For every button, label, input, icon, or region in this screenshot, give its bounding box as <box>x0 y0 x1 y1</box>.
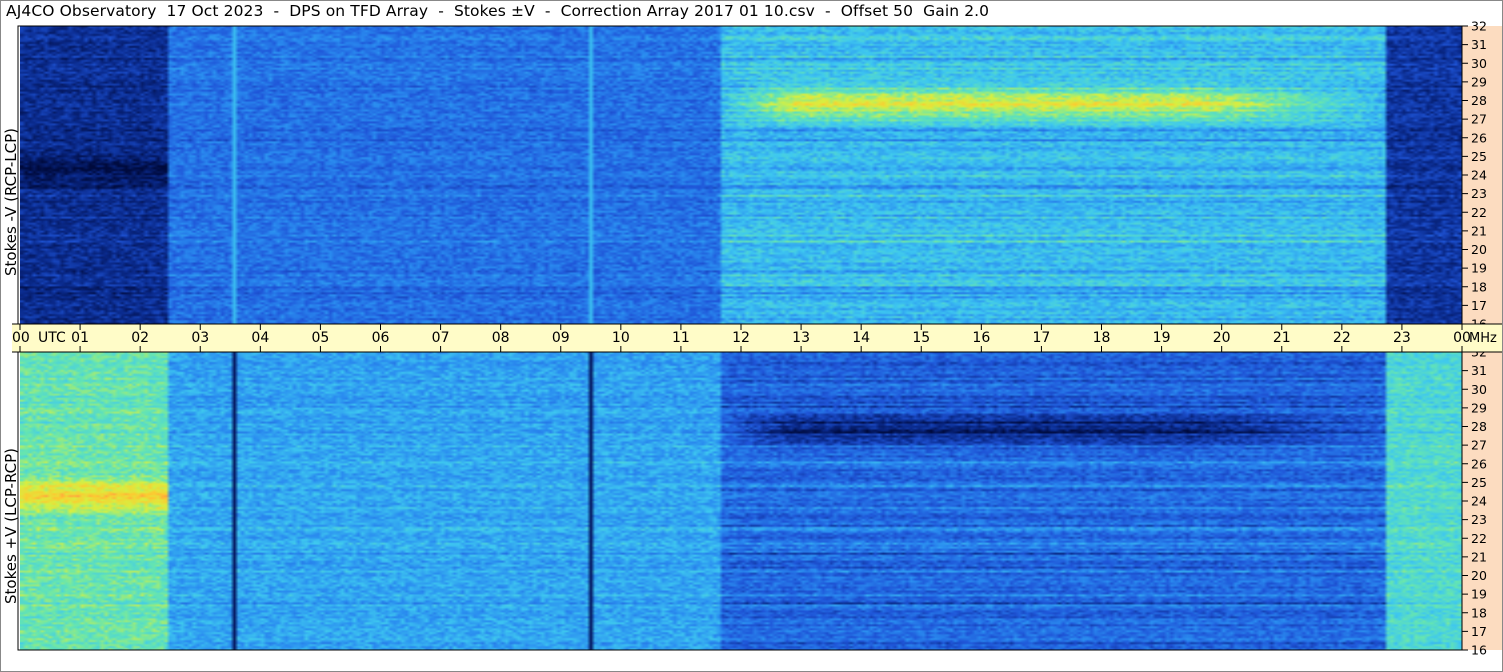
y-tick-label: 30 <box>1471 382 1487 397</box>
y-tick-label: 32 <box>1471 19 1487 34</box>
y-tick-label: 29 <box>1471 400 1487 415</box>
y-tick-label: 23 <box>1471 512 1487 527</box>
y-tick-label: 31 <box>1471 37 1487 52</box>
y-tick-label: 27 <box>1471 112 1487 127</box>
x-tick-label: 17 <box>1033 330 1051 346</box>
y-tick-label: 29 <box>1471 74 1487 89</box>
y-tick-label: 21 <box>1471 549 1487 564</box>
y-tick-label: 26 <box>1471 130 1487 145</box>
y-tick-label: 26 <box>1471 456 1487 471</box>
heatmap-image <box>20 352 1462 650</box>
spectrogram-panel-plus-v: 1617181920212223242526272829303132 <box>17 345 1502 658</box>
time-axis: 00 01 02 03 04 05 06 07 08 09 10 11 12 13 14 15 16 17 18 19… <box>12 323 1502 353</box>
y-tick-label: 31 <box>1471 363 1487 378</box>
x-tick-label: 11 <box>672 330 690 346</box>
y-tick-label: 18 <box>1471 279 1487 294</box>
spectrogram-figure: 16 17 18 19 20 21 22 23 24 25 26 27 28 29 30 31 32 16 17 18… <box>0 0 1503 672</box>
y-tick-label: 24 <box>1471 168 1487 183</box>
y-tick-label: 19 <box>1471 261 1487 276</box>
spectrogram-panel-minus-v: 1617181920212223242526272829303132 <box>17 19 1502 332</box>
y-tick-label: 17 <box>1471 624 1487 639</box>
x-tick-label: 02 <box>131 330 149 346</box>
x-tick-label: 04 <box>251 330 269 346</box>
y-tick-label: 22 <box>1471 531 1487 546</box>
x-unit-label: UTC <box>38 330 66 346</box>
x-tick-label: 12 <box>732 330 750 346</box>
x-tick-label: 23 <box>1393 330 1411 346</box>
y-tick-label: 27 <box>1471 438 1487 453</box>
x-tick-label: 22 <box>1333 330 1351 346</box>
y-tick-label: 21 <box>1471 223 1487 238</box>
y-tick-label: 30 <box>1471 56 1487 71</box>
y-tick-label: 18 <box>1471 605 1487 620</box>
x-tick-label: 14 <box>852 330 870 346</box>
y-tick-label: 25 <box>1471 475 1487 490</box>
heatmap-image <box>20 26 1462 324</box>
x-tick-label: 06 <box>372 330 390 346</box>
y-tick-label: 17 <box>1471 298 1487 313</box>
x-tick-label: 05 <box>312 330 330 346</box>
x-tick-label: 15 <box>912 330 930 346</box>
x-tick-label: 01 <box>71 330 89 346</box>
x-tick-label: 13 <box>792 330 810 346</box>
x-tick-label: 08 <box>492 330 510 346</box>
x-tick-label: 00 <box>12 330 30 346</box>
y-tick-label: 28 <box>1471 419 1487 434</box>
y-tick-label: 20 <box>1471 242 1487 257</box>
x-tick-label: 18 <box>1093 330 1111 346</box>
bottom-panel-ylabel: Stokes +V (LCP-RCP) <box>2 448 20 604</box>
y-tick-label: 24 <box>1471 494 1487 509</box>
x-tick-label: 21 <box>1273 330 1291 346</box>
x-tick-label: 20 <box>1213 330 1231 346</box>
y-tick-label: 22 <box>1471 205 1487 220</box>
y-tick-label: 16 <box>1471 643 1487 658</box>
y-tick-label: 23 <box>1471 186 1487 201</box>
x-tick-label: 19 <box>1153 330 1171 346</box>
x-tick-label: 09 <box>552 330 570 346</box>
x-tick-label: 10 <box>612 330 630 346</box>
x-tick-label: 16 <box>972 330 990 346</box>
y-tick-label: 19 <box>1471 587 1487 602</box>
x-tick-label: 03 <box>191 330 209 346</box>
x-tick-label: 07 <box>432 330 450 346</box>
y-tick-label: 25 <box>1471 149 1487 164</box>
y-tick-label: 20 <box>1471 568 1487 583</box>
top-panel-ylabel: Stokes -V (RCP-LCP) <box>2 128 20 276</box>
y-unit-label: MHz <box>1469 331 1497 346</box>
y-tick-label: 28 <box>1471 93 1487 108</box>
